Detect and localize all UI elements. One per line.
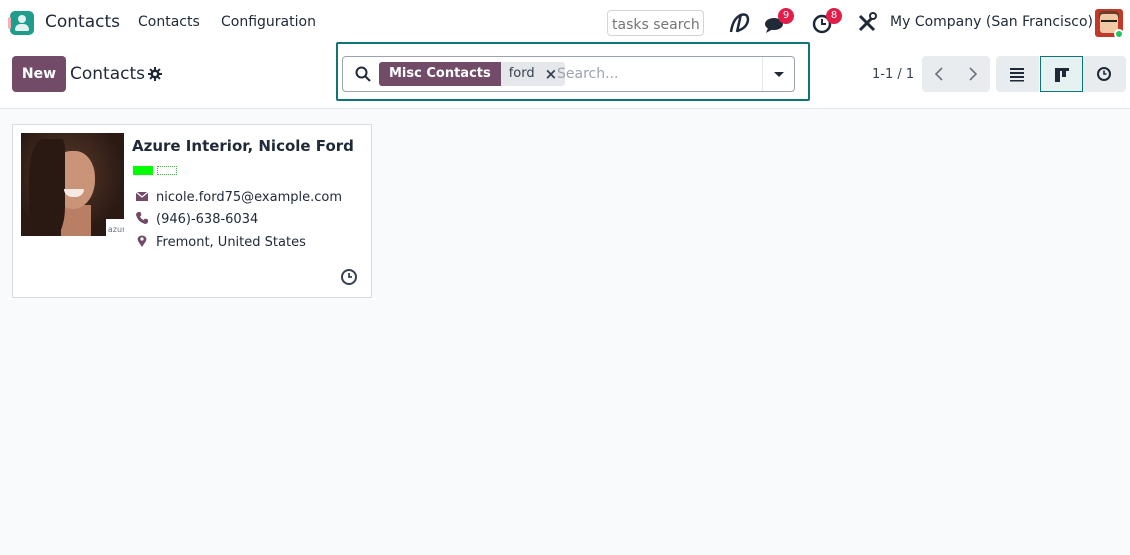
contact-email-row: nicole.ford75@example.com [135,189,342,205]
envelope-icon [135,191,149,201]
debug-tools-icon[interactable] [857,10,883,36]
contacts-app-icon[interactable] [8,11,34,35]
activity-view-button[interactable] [1083,56,1126,92]
phone-icon [136,212,148,224]
facet-value: ford [500,62,543,86]
voip-phone-icon[interactable] [727,10,753,36]
control-panel: New Contacts Misc Contacts ford × Search… [0,42,1130,109]
search-options-toggle[interactable] [762,57,794,91]
pager-value[interactable]: 1-1 / 1 [872,67,914,82]
page-title: Contacts [70,64,145,84]
facet-label: Misc Contacts [379,62,501,86]
clock-icon [1097,67,1111,81]
messages-badge: 9 [778,8,794,24]
list-view-button[interactable] [996,56,1039,92]
contact-name: Azure Interior, Nicole Ford [132,137,354,155]
contact-address-row: Fremont, United States [135,234,306,250]
pager-previous-button[interactable] [922,56,956,92]
messages-icon[interactable]: 9 [764,8,794,36]
search-bar[interactable]: Misc Contacts ford × [342,56,795,92]
top-navbar: Contacts Contacts Configuration 9 8 My C… [0,0,1130,46]
list-icon [1010,68,1024,82]
kanban-icon [1055,68,1069,82]
map-marker-icon [137,235,147,247]
contact-photo: azure [21,133,124,236]
search-input[interactable] [557,63,757,85]
activities-clock-icon[interactable]: 8 [812,8,842,36]
menu-contacts[interactable]: Contacts [138,14,200,30]
search-facet: Misc Contacts ford × [379,62,566,86]
chevron-left-icon [934,67,943,81]
search-icon [355,66,371,82]
menu-configuration[interactable]: Configuration [221,14,316,30]
online-status-indicator [1114,29,1124,39]
new-button[interactable]: New [12,56,66,92]
contact-phone-row: (946)-638-6034 [135,211,258,227]
contact-address: Fremont, United States [156,235,306,250]
caret-down-icon [774,72,784,77]
contact-phone: (946)-638-6034 [156,212,259,227]
contact-tag [157,166,177,175]
kanban-view-button[interactable] [1040,56,1083,92]
gear-icon[interactable] [148,66,162,81]
company-switcher[interactable]: My Company (San Francisco) [890,14,1093,30]
contact-tag [133,166,153,175]
chevron-right-icon [969,67,978,81]
activities-badge: 8 [826,8,842,24]
pager-next-button[interactable] [956,56,990,92]
app-name[interactable]: Contacts [45,12,120,32]
contact-kanban-card[interactable]: azure Azure Interior, Nicole Ford nicole… [12,124,372,298]
company-logo: azure [106,219,124,236]
contact-email: nicole.ford75@example.com [156,190,342,205]
schedule-activity-clock-icon[interactable] [340,268,358,286]
tasks-search-input[interactable] [607,10,704,36]
